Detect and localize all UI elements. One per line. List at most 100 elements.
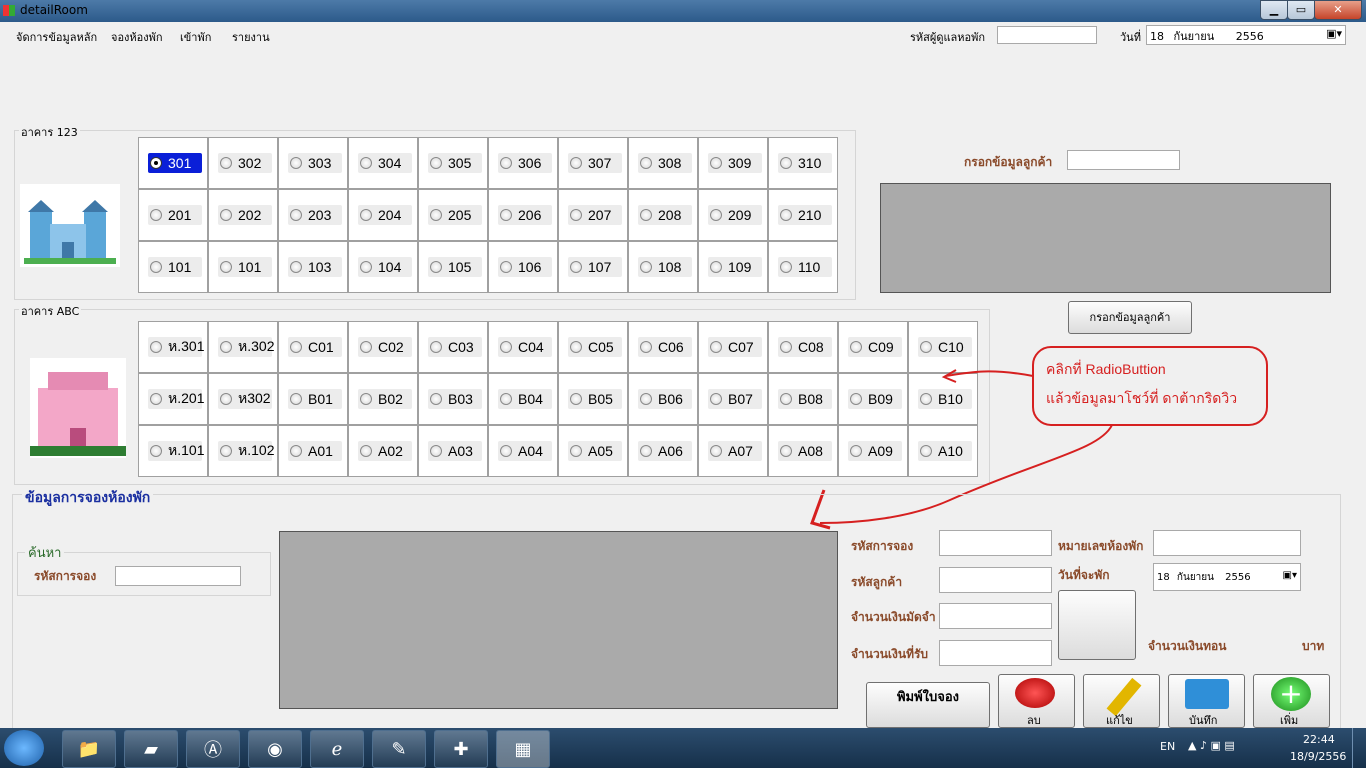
room-radio[interactable]: 202	[218, 205, 272, 225]
room-radio[interactable]: B02	[358, 389, 412, 409]
room-radio[interactable]: C02	[358, 337, 412, 357]
language-indicator[interactable]: EN	[1160, 740, 1175, 753]
room-radio[interactable]: 306	[498, 153, 552, 173]
room-radio[interactable]: 310	[778, 153, 832, 173]
internet-explorer-icon[interactable]: ℯ	[310, 730, 364, 768]
room-radio[interactable]: B03	[428, 389, 482, 409]
room-radio[interactable]: A01	[288, 441, 342, 461]
room-radio[interactable]: ห.102	[218, 441, 274, 461]
room-radio[interactable]: A07	[708, 441, 762, 461]
menu-checkin[interactable]: เข้าพัก	[180, 28, 211, 46]
room-radio[interactable]: 208	[638, 205, 692, 225]
room-radio[interactable]: C03	[428, 337, 482, 357]
room-radio[interactable]: A02	[358, 441, 412, 461]
staff-id-input[interactable]	[997, 26, 1097, 44]
room-radio[interactable]: 103	[288, 257, 342, 277]
room-radio[interactable]: ห.101	[148, 441, 204, 461]
room-radio[interactable]: 204	[358, 205, 412, 225]
room-radio[interactable]: 305	[428, 153, 482, 173]
room-radio[interactable]: C04	[498, 337, 552, 357]
close-button[interactable]: ✕	[1314, 0, 1362, 20]
show-desktop-button[interactable]	[1352, 728, 1366, 768]
calendar-dropdown-icon[interactable]: ▣▾	[1326, 27, 1342, 40]
room-radio[interactable]: 106	[498, 257, 552, 277]
customer-data-grid[interactable]	[880, 183, 1331, 293]
detailroom-task-icon[interactable]: ▦	[496, 730, 550, 768]
checkin-date-picker[interactable]: 18 กันยายน 2556 ▣▾	[1153, 563, 1301, 591]
minimize-button[interactable]: ▁	[1260, 0, 1288, 20]
room-radio[interactable]: 101	[148, 257, 202, 277]
room-radio[interactable]: 304	[358, 153, 412, 173]
room-radio[interactable]: 108	[638, 257, 692, 277]
enter-customer-button[interactable]: กรอกข้อมูลลูกค้า	[1068, 301, 1192, 334]
paint-icon[interactable]: ✎	[372, 730, 426, 768]
room-radio[interactable]: ห.301	[148, 337, 204, 357]
room-radio[interactable]: 201	[148, 205, 202, 225]
room-radio[interactable]: 307	[568, 153, 622, 173]
room-radio[interactable]: 301	[148, 153, 202, 173]
room-radio[interactable]: C07	[708, 337, 762, 357]
file-explorer-icon[interactable]: 📁	[62, 730, 116, 768]
save-button[interactable]: บันทึก	[1168, 674, 1245, 728]
room-radio[interactable]: 110	[778, 257, 832, 277]
room-radio[interactable]: A06	[638, 441, 692, 461]
maximize-button[interactable]: ▭	[1287, 0, 1315, 20]
room-radio[interactable]: B04	[498, 389, 552, 409]
tray-icons[interactable]: ▲ ♪ ▣ ▤	[1188, 739, 1235, 752]
notes-icon[interactable]: ▰	[124, 730, 178, 768]
room-radio[interactable]: B06	[638, 389, 692, 409]
room-radio[interactable]: 206	[498, 205, 552, 225]
received-input[interactable]	[939, 640, 1052, 666]
clock-time[interactable]: 22:44	[1303, 733, 1335, 746]
edit-button[interactable]: แก้ไข	[1083, 674, 1160, 728]
room-radio[interactable]: 207	[568, 205, 622, 225]
room-radio[interactable]: ห.302	[218, 337, 274, 357]
clock-date[interactable]: 18/9/2556	[1290, 750, 1346, 763]
room-radio[interactable]: C05	[568, 337, 622, 357]
chrome-icon[interactable]: ◉	[248, 730, 302, 768]
room-radio[interactable]: 303	[288, 153, 342, 173]
room-radio[interactable]: 302	[218, 153, 272, 173]
room-radio[interactable]: 205	[428, 205, 482, 225]
menu-booking[interactable]: จองห้องพัก	[111, 28, 163, 46]
booking-id-input[interactable]	[939, 530, 1052, 556]
room-radio[interactable]: C01	[288, 337, 342, 357]
app-a-icon[interactable]: Ⓐ	[186, 730, 240, 768]
room-radio[interactable]: 107	[568, 257, 622, 277]
print-booking-button[interactable]: พิมพ์ใบจอง	[866, 682, 990, 728]
room-radio[interactable]: 104	[358, 257, 412, 277]
menu-master-data[interactable]: จัดการข้อมูลหลัก	[16, 28, 97, 46]
room-radio[interactable]: 308	[638, 153, 692, 173]
room-radio[interactable]: 309	[708, 153, 762, 173]
room-radio[interactable]: B07	[708, 389, 762, 409]
search-booking-id-input[interactable]	[115, 566, 241, 586]
room-radio[interactable]: 210	[778, 205, 832, 225]
room-radio[interactable]: ห302	[218, 389, 272, 409]
add-button[interactable]: + เพิ่ม	[1253, 674, 1330, 728]
radio-icon	[360, 261, 372, 273]
start-button[interactable]	[4, 730, 44, 766]
room-number-input[interactable]	[1153, 530, 1301, 556]
room-radio[interactable]: 105	[428, 257, 482, 277]
delete-button[interactable]: ลบ	[998, 674, 1075, 728]
room-radio[interactable]: ห.201	[148, 389, 204, 409]
room-radio[interactable]: 109	[708, 257, 762, 277]
room-radio[interactable]: A03	[428, 441, 482, 461]
room-radio[interactable]: C06	[638, 337, 692, 357]
room-radio[interactable]: 101	[218, 257, 272, 277]
deposit-input[interactable]	[939, 603, 1052, 629]
room-radio[interactable]: A05	[568, 441, 622, 461]
checkin-dropdown-icon[interactable]: ▣▾	[1283, 570, 1297, 581]
room-radio[interactable]: B01	[288, 389, 342, 409]
blank-button[interactable]	[1058, 590, 1136, 660]
customer-id-input[interactable]	[939, 567, 1052, 593]
date-picker[interactable]: 18 กันยายน 2556 ▣▾	[1146, 25, 1346, 45]
customer-input[interactable]	[1067, 150, 1180, 170]
room-radio[interactable]: A04	[498, 441, 552, 461]
menu-report[interactable]: รายงาน	[232, 28, 270, 46]
room-radio[interactable]: 203	[288, 205, 342, 225]
pdf-reader-icon[interactable]: ✚	[434, 730, 488, 768]
room-radio[interactable]: B05	[568, 389, 622, 409]
booking-data-grid[interactable]	[279, 531, 838, 709]
room-radio[interactable]: 209	[708, 205, 762, 225]
